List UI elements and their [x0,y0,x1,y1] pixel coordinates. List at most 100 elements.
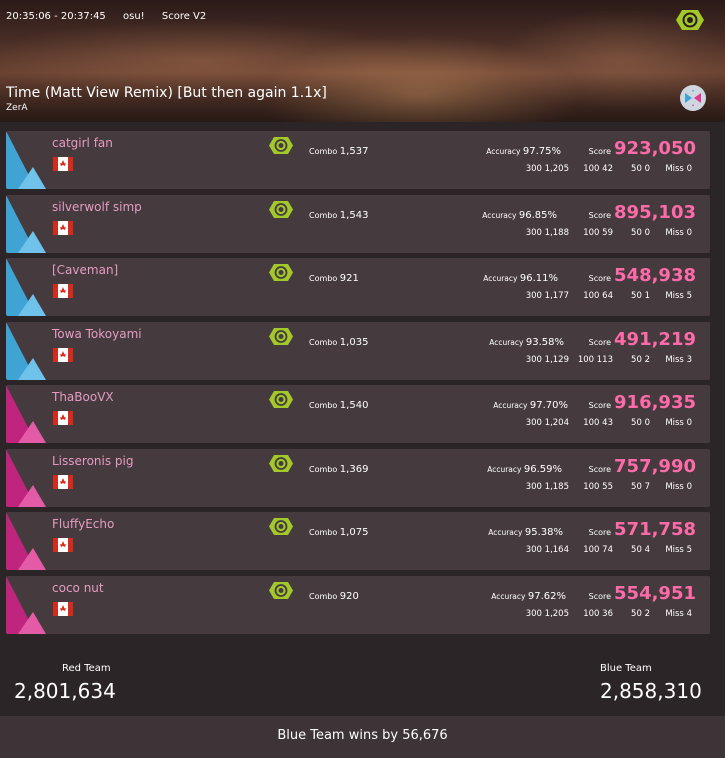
miss-label: Miss [665,228,684,238]
canada-flag-icon [53,157,73,171]
count-100-value: 74 [602,545,613,555]
score-stat: Score 554,951 [589,583,696,604]
combo-stat: Combo 1,537 [309,146,368,157]
time-range: 20:35:06 - 20:37:45 [6,11,106,22]
combo-value: 921 [339,273,359,284]
combo-label: Combo [309,592,338,601]
game-mode: osu! [122,11,145,22]
red-team-label: Red Team [62,663,111,674]
miss-label: Miss [665,482,684,492]
accuracy-stat: Accuracy 97.75% [486,146,561,157]
accuracy-value: 96.85% [518,210,557,221]
accuracy-stat: Accuracy 97.70% [493,400,568,411]
count-100-value: 59 [602,228,613,238]
score-stat: Score 548,938 [589,265,696,286]
accuracy-label: Accuracy [486,147,521,156]
score-value: 491,219 [614,329,696,350]
count-300: 300 1,164 [525,545,569,555]
count-300: 300 1,205 [525,609,569,619]
player-row[interactable]: catgirl fan Combo 1,537 Accuracy 97.75% Sco… [6,131,710,189]
combo-stat: Combo 1,035 [309,337,368,348]
player-row[interactable]: Lisseronis pig Combo 1,369 Accuracy 96.59%… [6,449,710,507]
count-300: 300 1,177 [525,291,569,301]
team-triangle-icon [6,512,46,570]
accuracy-value: 95.38% [524,527,563,538]
combo-value: 1,540 [339,400,369,411]
player-name[interactable]: Lisseronis pig [52,454,134,468]
miss-label: Miss [665,164,684,174]
miss-value: 0 [686,164,692,174]
osu-mode-icon [269,582,293,599]
score-value: 548,938 [614,265,696,286]
accuracy-label: Accuracy [488,528,523,537]
osu-mode-icon [269,455,293,472]
player-row[interactable]: silverwolf simp Combo 1,543 Accuracy 96.85… [6,195,710,253]
combo-value: 1,537 [339,146,369,157]
miss-count: Miss 3 [665,355,692,365]
count-100: 100 113 [577,355,613,365]
count-100-value: 64 [602,291,613,301]
score-stat: Score 571,758 [589,519,696,540]
score-label: Score [588,338,612,347]
scoring-mode: Score V2 [161,11,207,22]
combo-value: 1,369 [339,464,369,475]
player-name[interactable]: FluffyEcho [52,517,114,531]
combo-value: 1,543 [339,210,369,221]
canada-flag-icon [53,475,73,489]
team-triangle-icon [6,449,46,507]
player-row[interactable]: [Caveman] Combo 921 Accuracy 96.11% Score 54… [6,258,710,316]
score-stat: Score 757,990 [589,456,696,477]
player-name[interactable]: Towa Tokoyami [52,327,142,341]
count-300-value: 1,204 [544,418,569,428]
player-name[interactable]: ThaBooVX [52,390,114,404]
accuracy-label: Accuracy [482,211,517,220]
canada-flag-icon [53,411,73,425]
accuracy-label: Accuracy [483,274,518,283]
accuracy-stat: Accuracy 96.11% [483,273,558,284]
count-300-value: 1,188 [544,228,569,238]
combo-value: 1,035 [339,337,369,348]
combo-stat: Combo 1,369 [309,464,368,475]
count-100: 100 55 [583,482,613,492]
score-value: 923,050 [614,138,696,159]
miss-value: 3 [686,355,692,365]
accuracy-value: 96.59% [523,464,562,475]
team-swap-icon[interactable] [679,84,707,112]
score-label: Score [588,274,612,283]
count-300: 300 1,204 [525,418,569,428]
player-row[interactable]: Towa Tokoyami Combo 1,035 Accuracy 93.58% S… [6,322,710,380]
score-label: Score [588,528,612,537]
player-name[interactable]: catgirl fan [52,136,113,150]
miss-value: 5 [686,545,692,555]
count-50: 50 0 [631,164,650,174]
team-triangle-icon [6,322,46,380]
accuracy-stat: Accuracy 96.59% [487,464,562,475]
accuracy-value: 97.70% [529,400,568,411]
miss-count: Miss 5 [665,291,692,301]
player-row[interactable]: coco nut Combo 920 Accuracy 97.62% Score 554… [6,576,710,634]
miss-count: Miss 4 [665,609,692,619]
count-300-value: 1,177 [544,291,569,301]
count-100: 100 64 [583,291,613,301]
team-triangle-icon [6,131,46,189]
player-row[interactable]: ThaBooVX Combo 1,540 Accuracy 97.70% Score 9… [6,385,710,443]
player-name[interactable]: coco nut [52,581,104,595]
miss-label: Miss [665,291,684,301]
player-name[interactable]: silverwolf simp [52,200,142,214]
osu-mode-icon [269,137,293,154]
combo-stat: Combo 1,075 [309,527,368,538]
count-300-value: 1,205 [544,164,569,174]
miss-value: 0 [686,482,692,492]
count-50-value: 0 [644,228,650,238]
result-text: Blue Team wins by 56,676 [0,728,725,743]
player-row[interactable]: FluffyEcho Combo 1,075 Accuracy 95.38% Scor… [6,512,710,570]
count-300-value: 1,164 [544,545,569,555]
count-100: 100 59 [583,228,613,238]
accuracy-value: 97.75% [522,146,561,157]
team-triangle-icon [6,576,46,634]
score-value: 895,103 [614,202,696,223]
red-team-score: 2,801,634 [14,679,116,703]
player-name[interactable]: [Caveman] [52,263,118,277]
combo-value: 1,075 [339,527,369,538]
count-50-value: 1 [644,291,650,301]
